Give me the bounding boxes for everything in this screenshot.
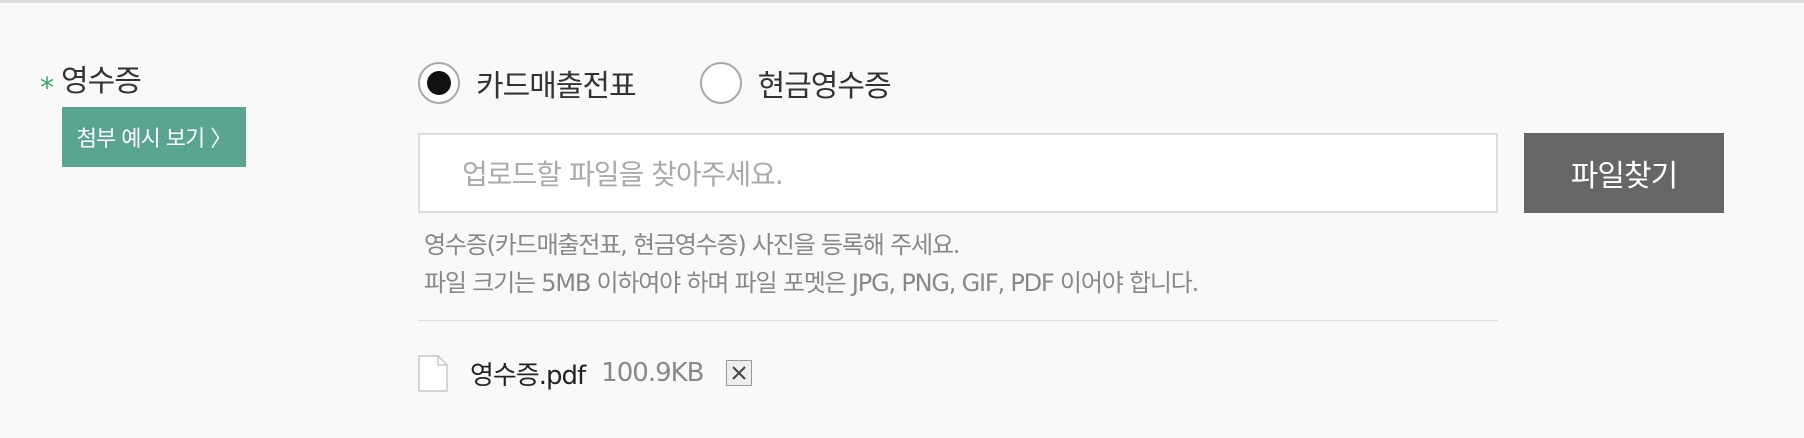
view-example-label: 첨부 예시 보기 — [76, 127, 205, 152]
attached-file-name: 영수증.pdf — [470, 360, 586, 391]
radio-cash-receipt-label[interactable]: 현금영수증 — [758, 61, 892, 105]
radio-cash-receipt[interactable]: 현금영수증 — [699, 61, 892, 105]
help-line-2: 파일 크기는 5MB 이하여야 하며 파일 포멧은 JPG, PNG, GIF,… — [424, 269, 1199, 297]
attached-file-item: 영수증.pdf 100.9KB — [418, 353, 752, 393]
document-icon — [418, 354, 448, 392]
radio-selected-dot — [427, 71, 451, 95]
view-example-button[interactable]: 첨부 예시 보기 〉 — [62, 107, 246, 167]
upload-help-text: 영수증(카드매출전표, 현금영수증) 사진을 등록해 주세요. 파일 크기는 5… — [424, 226, 1199, 302]
remove-file-button[interactable] — [725, 360, 752, 386]
top-divider — [0, 0, 1804, 3]
radio-card-slip[interactable]: 카드매출전표 — [418, 61, 637, 105]
section-divider — [418, 320, 1498, 321]
required-mark: * — [40, 71, 54, 104]
close-icon — [731, 366, 746, 380]
help-line-1: 영수증(카드매출전표, 현금영수증) 사진을 등록해 주세요. — [424, 231, 960, 259]
receipt-field-label: * 영수증 — [40, 56, 142, 104]
receipt-type-radio-group: 카드매출전표 현금영수증 — [418, 61, 892, 105]
field-label-group: * 영수증 — [40, 56, 142, 104]
radio-button-checked[interactable] — [418, 62, 460, 104]
file-path-input[interactable]: 업로드할 파일을 찾아주세요. — [418, 133, 1498, 213]
find-file-button[interactable]: 파일찾기 — [1524, 133, 1724, 213]
attached-file-size: 100.9KB — [601, 358, 704, 388]
radio-card-slip-label[interactable]: 카드매출전표 — [476, 61, 637, 105]
receipt-label-text: 영수증 — [61, 64, 142, 99]
file-input-placeholder: 업로드할 파일을 찾아주세요. — [462, 158, 784, 191]
chevron-right-icon: 〉 — [210, 127, 232, 152]
radio-button-unchecked[interactable] — [699, 62, 742, 104]
